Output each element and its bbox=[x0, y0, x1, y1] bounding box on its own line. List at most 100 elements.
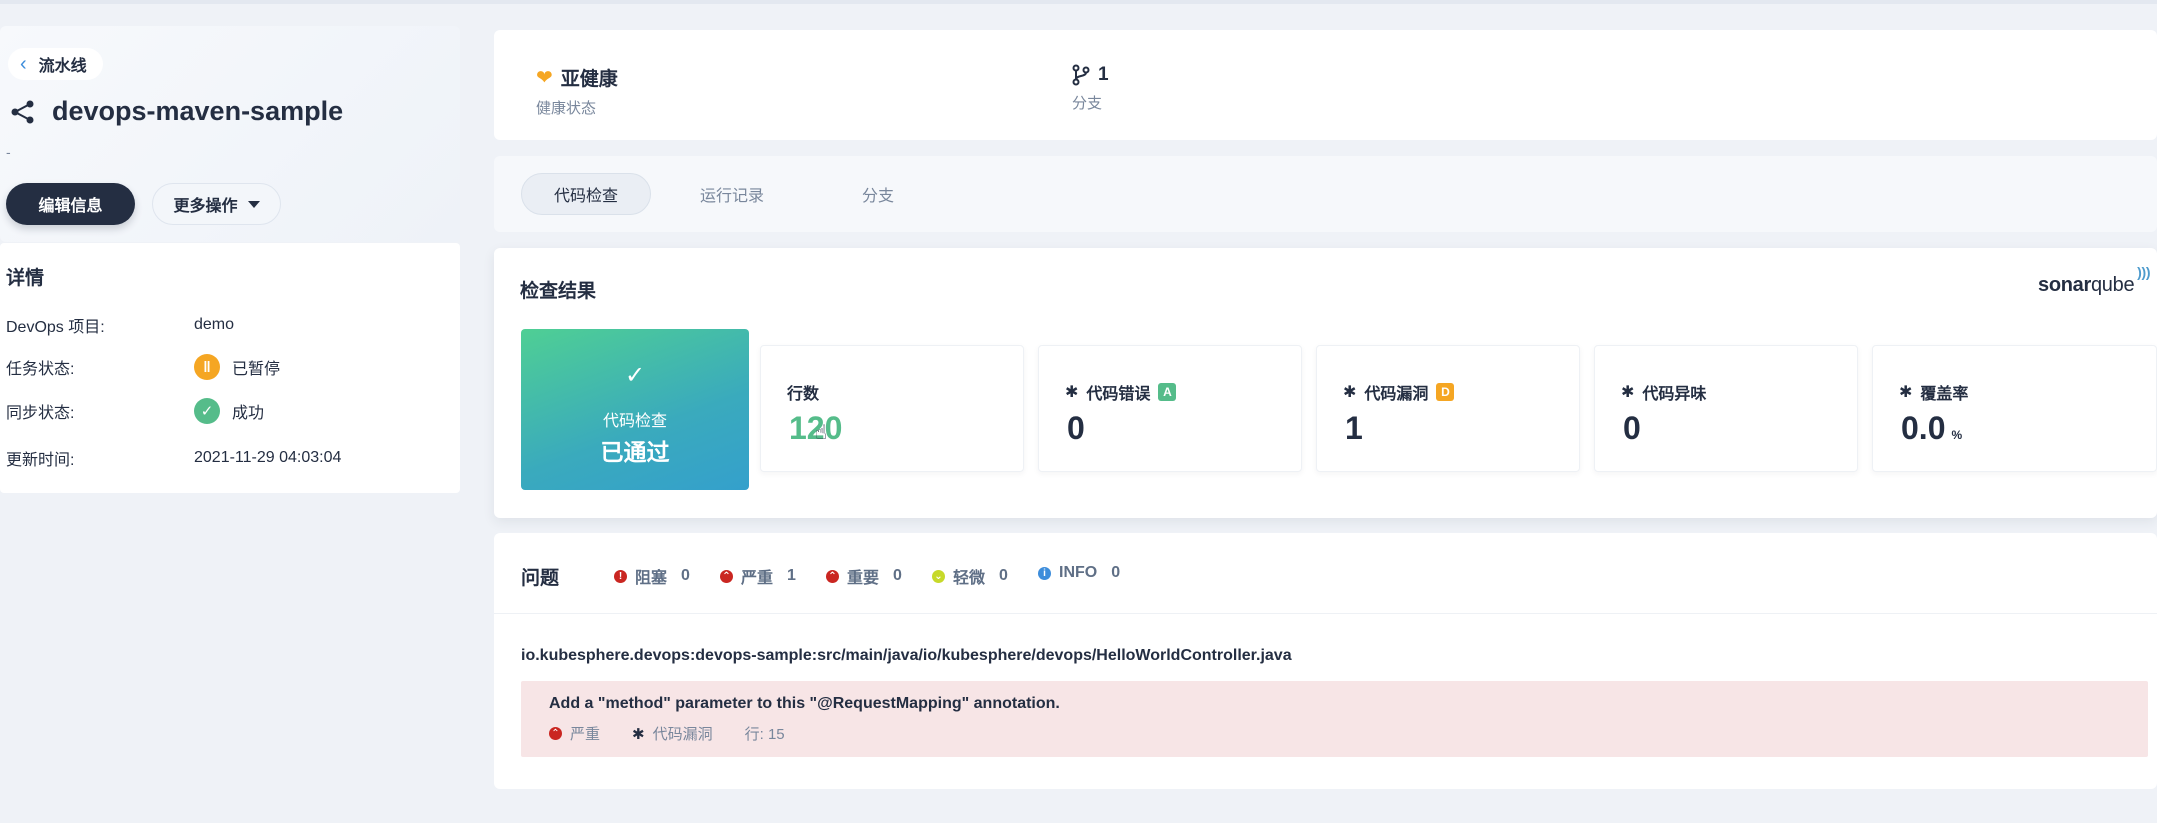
bug-icon: ✱ bbox=[1343, 384, 1357, 401]
pipeline-description: - bbox=[6, 144, 11, 160]
metric-lines: 行数 120 bbox=[760, 345, 1024, 472]
branch-count: 1 分支 bbox=[1072, 64, 1109, 113]
more-actions-button[interactable]: 更多操作 bbox=[152, 183, 281, 225]
pause-icon: ǁ bbox=[194, 354, 220, 380]
bug-icon: ✱ bbox=[1065, 384, 1079, 401]
issue-item[interactable]: Add a "method" parameter to this "@Reque… bbox=[521, 681, 2148, 757]
task-status-value: ǁ 已暂停 bbox=[194, 354, 280, 380]
issue-type: ✱ 代码漏洞 bbox=[632, 723, 713, 744]
detail-value: demo bbox=[194, 316, 235, 333]
task-status-text: 已暂停 bbox=[232, 361, 281, 378]
minor-icon: ⌄ bbox=[932, 569, 945, 583]
caret-down-icon bbox=[247, 200, 260, 208]
tab-branches[interactable]: 分支 bbox=[813, 173, 943, 215]
severity-count: 0 bbox=[681, 567, 690, 584]
tab-run-records[interactable]: 运行记录 bbox=[667, 173, 797, 215]
edit-info-button[interactable]: 编辑信息 bbox=[6, 183, 135, 225]
branch-value: 1 bbox=[1098, 64, 1109, 85]
severity-info: i INFO 0 bbox=[1038, 564, 1120, 582]
metric-label: 代码异味 bbox=[1642, 386, 1707, 403]
grade-badge: D bbox=[1436, 383, 1455, 401]
severity-minor: ⌄ 轻微 0 bbox=[932, 564, 1008, 588]
health-label: 健康状态 bbox=[536, 100, 597, 117]
top-border bbox=[0, 0, 2157, 4]
tab-code-check[interactable]: 代码检查 bbox=[521, 173, 651, 215]
severity-label: 阻塞 bbox=[635, 570, 668, 587]
bug-icon: ✱ bbox=[1899, 384, 1913, 401]
metric-label: 覆盖率 bbox=[1920, 386, 1969, 403]
health-status: ❤ 亚健康 健康状态 bbox=[536, 64, 618, 118]
check-circle-icon: ✓ bbox=[194, 398, 220, 424]
detail-label: 同步状态: bbox=[6, 405, 75, 422]
waves-icon: ))) bbox=[2137, 264, 2151, 280]
pipeline-name: devops-maven-sample bbox=[52, 96, 344, 126]
status-card: ❤ 亚健康 健康状态 1 分支 bbox=[494, 30, 2157, 140]
logo-text-b: qube bbox=[2090, 274, 2135, 296]
detail-value: 2021-11-29 04:03:04 bbox=[194, 449, 342, 466]
check-results-card: 检查结果 sonarqube ))) ✓ 代码检查 已通过 行数 120 ✱ 代… bbox=[494, 248, 2157, 518]
issues-title: 问题 bbox=[521, 568, 560, 589]
issues-card: 问题 ! 阻塞 0 ⌃ 严重 1 ⌃ 重要 0 ⌄ 轻微 0 i INFO 0 … bbox=[494, 533, 2157, 789]
branch-icon bbox=[1072, 64, 1090, 86]
detail-row-sync-status: 同步状态: ✓ 成功 bbox=[6, 398, 264, 424]
metric-value-wrap: 0.0% bbox=[1901, 410, 1962, 447]
issue-line: 行: 15 bbox=[744, 726, 785, 743]
issue-severity-text: 严重 bbox=[570, 726, 601, 743]
metric-value: 0 bbox=[1067, 410, 1085, 446]
detail-row-updated: 更新时间: 2021-11-29 04:03:04 bbox=[6, 446, 341, 470]
metric-label: 行数 bbox=[787, 386, 820, 403]
issue-file-path[interactable]: io.kubesphere.devops:devops-sample:src/m… bbox=[521, 647, 1292, 665]
severity-major: ⌃ 重要 0 bbox=[826, 564, 902, 588]
detail-row-task-status: 任务状态: ǁ 已暂停 bbox=[6, 354, 280, 380]
critical-icon: ⌃ bbox=[549, 727, 562, 740]
metric-value: 0 bbox=[1623, 410, 1641, 446]
metric-unit: % bbox=[1951, 428, 1963, 442]
back-to-pipelines-link[interactable]: ‹ 流水线 bbox=[8, 48, 103, 80]
tabs-bar: 代码检查 运行记录 分支 bbox=[494, 156, 2157, 232]
issue-severity: ⌃ 严重 bbox=[549, 723, 600, 744]
sonarqube-logo: sonarqube ))) bbox=[2038, 264, 2151, 297]
metric-vulnerabilities: ✱ 代码漏洞 D 1 bbox=[1316, 345, 1580, 472]
severity-count: 0 bbox=[999, 567, 1008, 584]
quality-gate-label: 代码检查 bbox=[602, 413, 667, 430]
detail-label: 任务状态: bbox=[6, 361, 75, 378]
issue-meta: ⌃ 严重 ✱ 代码漏洞 行: 15 bbox=[549, 723, 785, 744]
sync-status-text: 成功 bbox=[232, 405, 265, 422]
health-value: 亚健康 bbox=[560, 69, 618, 90]
issue-type-text: 代码漏洞 bbox=[652, 726, 713, 743]
more-actions-label: 更多操作 bbox=[173, 198, 238, 215]
quality-gate-status: 已通过 bbox=[600, 439, 670, 465]
severity-label: INFO bbox=[1059, 564, 1098, 581]
issue-message: Add a "method" parameter to this "@Reque… bbox=[549, 695, 1060, 712]
back-link-label: 流水线 bbox=[38, 58, 87, 75]
sync-status-value: ✓ 成功 bbox=[194, 398, 264, 424]
bug-icon: ✱ bbox=[632, 725, 645, 743]
logo-text-a: sonar bbox=[2038, 274, 2091, 296]
grade-badge: A bbox=[1158, 383, 1177, 401]
severity-critical: ⌃ 严重 1 bbox=[720, 564, 796, 588]
pipeline-icon bbox=[11, 100, 34, 123]
metric-value: 0.0 bbox=[1901, 410, 1946, 446]
blocker-icon: ! bbox=[614, 569, 627, 583]
metric-bugs: ✱ 代码错误 A 0 bbox=[1038, 345, 1302, 472]
metric-value: 1 bbox=[1345, 410, 1363, 446]
branch-label: 分支 bbox=[1072, 95, 1103, 112]
pipeline-header: ‹ 流水线 devops-maven-sample - 编辑信息 更多操作 bbox=[0, 26, 460, 242]
metric-code-smells: ✱ 代码异味 0 bbox=[1594, 345, 1858, 472]
check-icon: ✓ bbox=[624, 362, 646, 389]
heart-icon: ❤ bbox=[536, 67, 553, 89]
major-icon: ⌃ bbox=[826, 569, 839, 583]
severity-count: 1 bbox=[787, 567, 796, 584]
info-icon: i bbox=[1038, 566, 1051, 580]
severity-label: 重要 bbox=[847, 570, 880, 587]
severity-count: 0 bbox=[1111, 564, 1121, 581]
divider bbox=[494, 613, 2157, 614]
bug-icon: ✱ bbox=[1621, 384, 1635, 401]
details-card: 详情 DevOps 项目: demo 任务状态: ǁ 已暂停 同步状态: ✓ 成… bbox=[0, 243, 460, 493]
severity-label: 轻微 bbox=[953, 570, 986, 587]
metric-label: 代码漏洞 bbox=[1364, 386, 1429, 403]
details-title: 详情 bbox=[6, 268, 45, 289]
metric-coverage: ✱ 覆盖率 0.0% bbox=[1872, 345, 2157, 472]
critical-icon: ⌃ bbox=[720, 569, 733, 583]
page-title: devops-maven-sample bbox=[10, 96, 343, 127]
